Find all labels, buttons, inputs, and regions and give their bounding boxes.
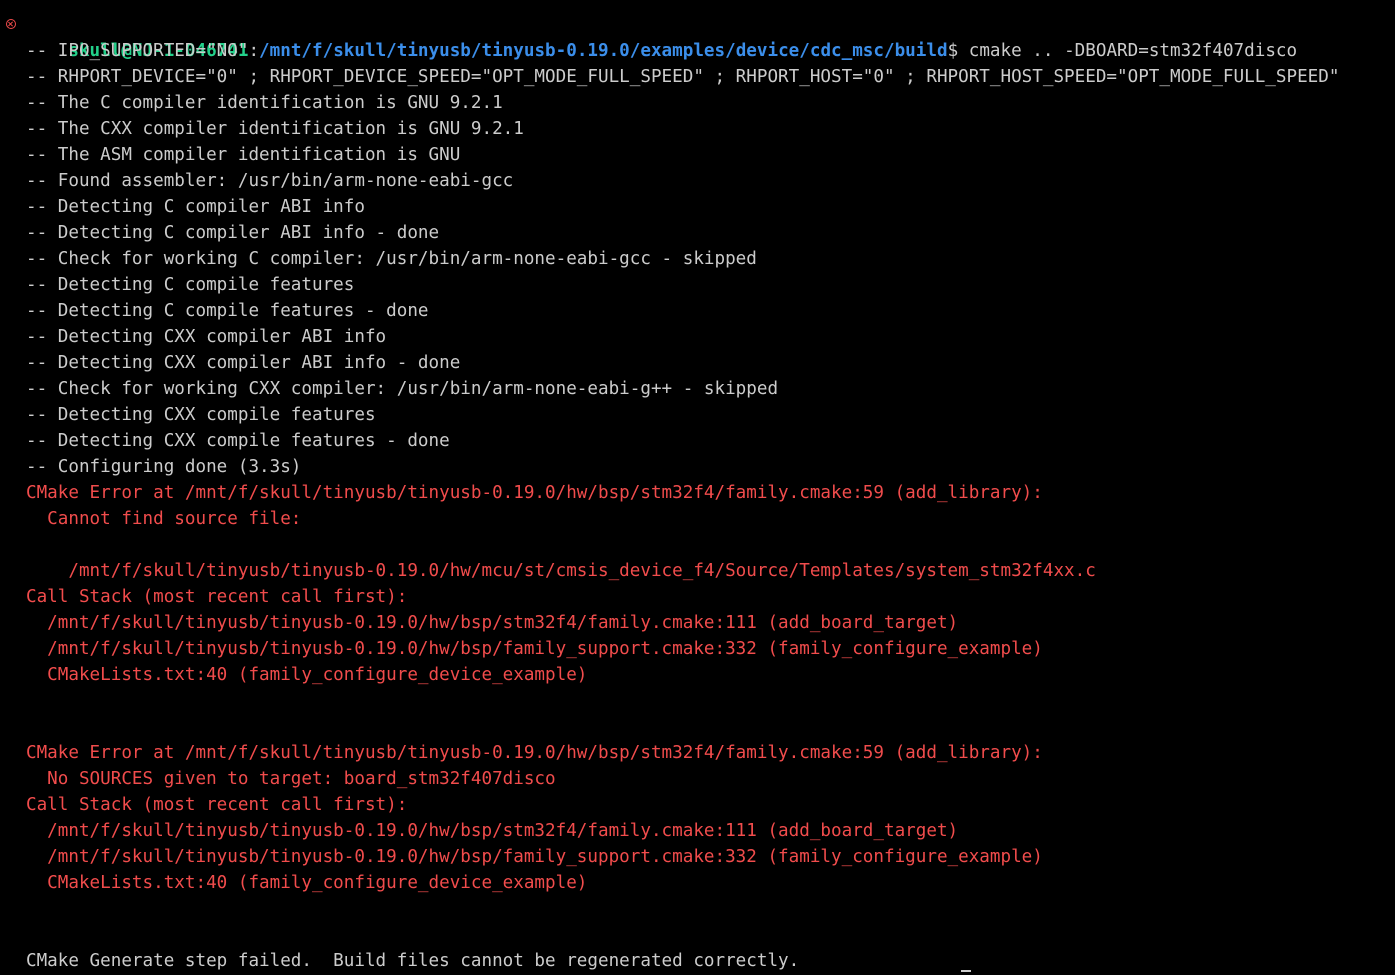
call-stack-entry: /mnt/f/skull/tinyusb/tinyusb-0.19.0/hw/b… <box>26 613 959 633</box>
output-line: -- Detecting CXX compiler ABI info - don… <box>26 353 461 373</box>
error-header: CMake Error at /mnt/f/skull/tinyusb/tiny… <box>26 743 1043 763</box>
output-line: -- RHPORT_DEVICE="0" ; RHPORT_DEVICE_SPE… <box>26 67 1340 87</box>
output-line: -- Configuring done (3.3s) <box>26 457 302 477</box>
terminal-output[interactable]: skull@NJ-1-046741:/mnt/f/skull/tinyusb/t… <box>0 12 1395 974</box>
output-line: -- Detecting CXX compile features <box>26 405 376 425</box>
error-decoration-icon[interactable] <box>6 19 16 29</box>
call-stack-entry: CMakeLists.txt:40 (family_configure_devi… <box>26 873 588 893</box>
output-line: -- Check for working C compiler: /usr/bi… <box>26 249 757 269</box>
output-line: -- IPO_SUPPORTED="NO" <box>26 41 249 61</box>
call-stack-entry: CMakeLists.txt:40 (family_configure_devi… <box>26 665 588 685</box>
output-line: -- The CXX compiler identification is GN… <box>26 119 524 139</box>
call-stack-entry: /mnt/f/skull/tinyusb/tinyusb-0.19.0/hw/b… <box>26 639 1043 659</box>
output-line: -- The ASM compiler identification is GN… <box>26 145 461 165</box>
output-line: -- Detecting C compile features - done <box>26 301 429 321</box>
error-header: CMake Error at /mnt/f/skull/tinyusb/tiny… <box>26 483 1043 503</box>
output-line: -- Detecting CXX compiler ABI info <box>26 327 387 347</box>
terminal-cursor <box>961 970 971 972</box>
output-line: -- Found assembler: /usr/bin/arm-none-ea… <box>26 171 514 191</box>
error-message: Cannot find source file: <box>26 509 302 529</box>
output-line: -- Detecting C compiler ABI info - done <box>26 223 440 243</box>
output-line: -- Detecting C compile features <box>26 275 355 295</box>
call-stack-header: Call Stack (most recent call first): <box>26 795 408 815</box>
error-detail: /mnt/f/skull/tinyusb/tinyusb-0.19.0/hw/m… <box>26 561 1096 581</box>
call-stack-entry: /mnt/f/skull/tinyusb/tinyusb-0.19.0/hw/b… <box>26 847 1043 867</box>
command-line: skull@NJ-1-046741:/mnt/f/skull/tinyusb/t… <box>0 12 1395 61</box>
output-line: -- Detecting C compiler ABI info <box>26 197 365 217</box>
error-message: No SOURCES given to target: board_stm32f… <box>26 769 556 789</box>
call-stack-header: Call Stack (most recent call first): <box>26 587 408 607</box>
output-line: -- Detecting CXX compile features - done <box>26 431 450 451</box>
call-stack-entry: /mnt/f/skull/tinyusb/tinyusb-0.19.0/hw/b… <box>26 821 959 841</box>
output-line: -- Check for working CXX compiler: /usr/… <box>26 379 779 399</box>
output-line: -- The C compiler identification is GNU … <box>26 93 503 113</box>
final-status-line: CMake Generate step failed. Build files … <box>26 951 800 971</box>
